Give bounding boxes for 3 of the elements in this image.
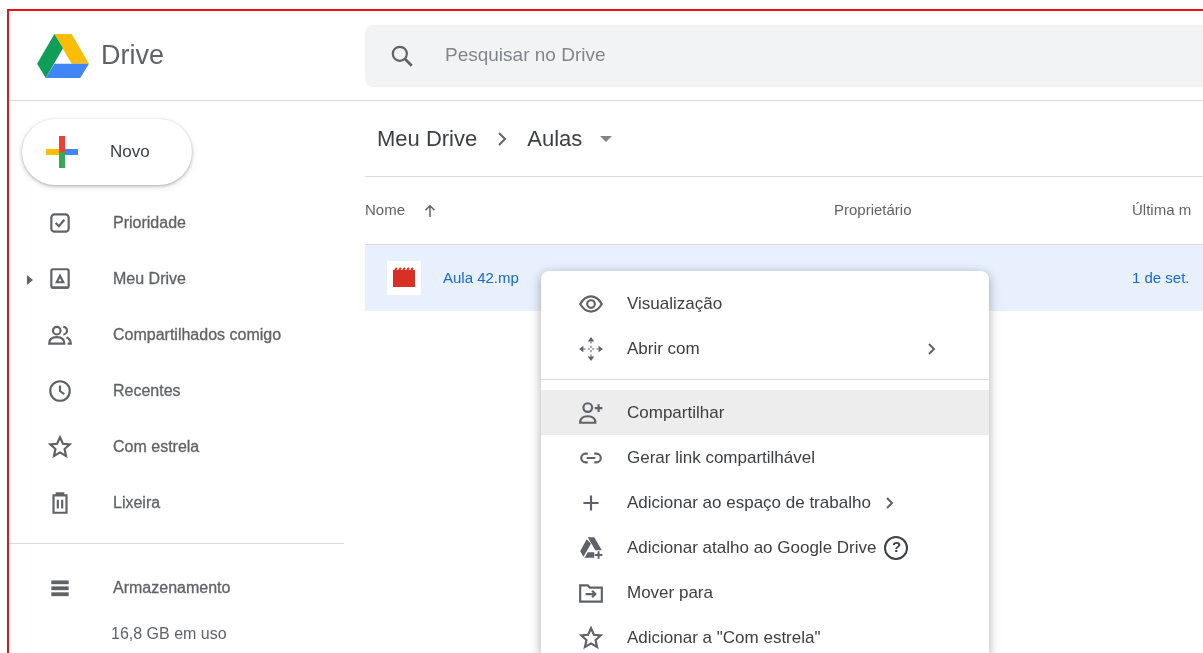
storage-usage: 16,8 GB em uso (110, 624, 228, 644)
modified-date: 1 de set. (1132, 267, 1190, 288)
app-title: Drive (101, 39, 164, 73)
